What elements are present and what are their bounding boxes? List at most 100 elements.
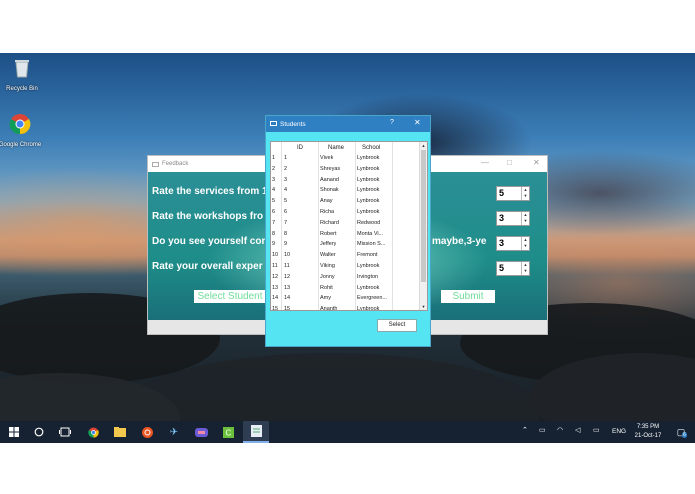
table-row[interactable]: 14 14 Amy Evergreen... xyxy=(271,293,421,304)
chrome-icon xyxy=(0,113,42,138)
table-scrollbar[interactable]: ▲ ▼ xyxy=(419,142,427,310)
cell-name: Amy xyxy=(320,295,331,302)
row-number: 7 xyxy=(272,219,276,226)
cell-school: Fremont xyxy=(357,252,378,259)
cell-name: Viking xyxy=(320,263,335,269)
taskbar-clock[interactable]: 7:35 PM 21-Oct-17 xyxy=(628,423,668,441)
table-row[interactable]: 11 11 Viking Lynbrook xyxy=(271,261,421,272)
cell-school: Lynbrook xyxy=(357,209,380,215)
volume-icon[interactable]: ◁ xyxy=(575,426,580,434)
submit-button[interactable]: Submit xyxy=(441,290,495,303)
task-view-button[interactable] xyxy=(54,421,76,443)
table-row[interactable]: 3 3 Aanand Lynbrook xyxy=(271,175,421,186)
battery-icon[interactable]: ▭ xyxy=(539,426,546,434)
table-row[interactable]: 7 7 Richard Redwood xyxy=(271,218,421,229)
taskbar-chrome[interactable] xyxy=(82,421,104,443)
students-dialog: Students ? ✕ ID Name School 1 1 Vivek Lynbr… xyxy=(265,115,431,347)
cell-id: 13 xyxy=(284,284,291,291)
cell-school: Lynbrook xyxy=(357,187,380,194)
table-row[interactable]: 13 13 Rohit Lynbrook xyxy=(271,283,421,294)
close-button[interactable]: ✕ xyxy=(414,118,421,127)
table-row[interactable]: 8 8 Robert Monta Vi... xyxy=(271,229,421,240)
taskbar-ubuntu[interactable] xyxy=(136,421,158,443)
rating-stepper-workshops[interactable]: 3 ▲ ▼ xyxy=(496,211,530,226)
cell-id: 4 xyxy=(284,187,288,194)
column-header-id[interactable]: ID xyxy=(297,145,303,151)
maximize-icon[interactable]: □ xyxy=(507,158,512,167)
students-titlebar[interactable]: Students ? ✕ xyxy=(266,116,430,132)
cell-id: 3 xyxy=(284,176,288,183)
stepper-arrows-icon[interactable]: ▲ ▼ xyxy=(521,262,529,275)
chrome-icon xyxy=(87,427,99,438)
cell-name: Vivek xyxy=(320,155,334,161)
table-row[interactable]: 10 10 Walter Fremont xyxy=(271,250,421,261)
row-number: 6 xyxy=(272,209,276,215)
language-indicator[interactable]: ENG xyxy=(612,428,626,435)
taskbar-notepad-app[interactable] xyxy=(243,421,269,443)
table-row[interactable]: 5 5 Anay Lynbrook xyxy=(271,196,421,207)
notepad-app-icon xyxy=(250,425,262,437)
select-students-button[interactable]: Select Student xyxy=(194,290,266,303)
keyboard-icon[interactable]: ▭ xyxy=(593,426,600,434)
taskbar-media-app[interactable] xyxy=(190,421,212,443)
taskbar-airplane-app[interactable]: ✈ xyxy=(163,421,185,443)
window-app-icon xyxy=(152,161,159,167)
table-row[interactable]: 6 6 Richa Lynbrook xyxy=(271,207,421,218)
rating-stepper-future[interactable]: 3 ▲ ▼ xyxy=(496,236,530,251)
chevron-up-icon[interactable]: ⌃ xyxy=(522,426,528,434)
close-icon[interactable]: ✕ xyxy=(533,158,540,167)
stepper-value: 5 xyxy=(499,263,505,273)
select-button[interactable]: Select xyxy=(377,319,417,332)
stepper-arrows-icon[interactable]: ▲ ▼ xyxy=(521,212,529,225)
start-button[interactable] xyxy=(0,421,28,443)
table-row[interactable]: 15 15 Ananth Lynbrook xyxy=(271,304,421,311)
table-row[interactable]: 4 4 Shonak Lynbrook xyxy=(271,185,421,196)
cell-id: 14 xyxy=(284,295,291,302)
recycle-bin-icon xyxy=(0,57,44,82)
stepper-arrows-icon[interactable]: ▲ ▼ xyxy=(521,237,529,250)
row-number: 3 xyxy=(272,176,276,183)
cell-name: Richard xyxy=(320,219,339,226)
cell-school: Monta Vi... xyxy=(357,230,384,237)
question-future-options: maybe,3-ye xyxy=(432,236,487,247)
rating-stepper-services[interactable]: 5 ▲ ▼ xyxy=(496,186,530,201)
action-center-button[interactable]: ▢ 6 xyxy=(670,421,692,443)
minimize-icon[interactable]: — xyxy=(481,158,489,167)
row-number: 4 xyxy=(272,187,276,194)
scroll-down-icon[interactable]: ▼ xyxy=(420,304,427,309)
column-header-name[interactable]: Name xyxy=(328,145,344,151)
scroll-up-icon[interactable]: ▲ xyxy=(420,143,427,148)
cell-school: Redwood xyxy=(357,219,381,226)
taskbar-code-app[interactable]: C xyxy=(217,421,239,443)
dialog-title: Students xyxy=(280,120,306,128)
scrollbar-thumb[interactable] xyxy=(421,150,426,282)
desktop-icon-label: Recycle Bin xyxy=(6,86,38,92)
help-button[interactable]: ? xyxy=(390,119,394,126)
search-icon xyxy=(34,427,44,437)
table-row[interactable]: 9 9 Jeffery Mission S... xyxy=(271,239,421,250)
cell-id: 7 xyxy=(284,219,288,226)
search-button[interactable] xyxy=(28,421,50,443)
desktop-icon-chrome[interactable]: Google Chrome xyxy=(0,113,42,149)
wifi-icon[interactable]: ◠ xyxy=(557,426,563,434)
ubuntu-icon xyxy=(141,426,153,438)
cell-name: Shonak xyxy=(320,187,339,194)
cell-school: Lynbrook xyxy=(357,306,380,311)
cell-name: Jeffery xyxy=(320,241,337,248)
desktop-icon-recycle-bin[interactable]: Recycle Bin xyxy=(0,57,44,93)
table-row[interactable]: 12 12 Jonny Irvington xyxy=(271,272,421,283)
row-number: 1 xyxy=(272,155,276,161)
cell-id: 2 xyxy=(284,165,288,172)
stepper-arrows-icon[interactable]: ▲ ▼ xyxy=(521,187,529,200)
question-services: Rate the services from 1- xyxy=(152,186,271,197)
table-row[interactable]: 1 1 Vivek Lynbrook xyxy=(271,153,421,164)
desktop: Recycle Bin Google Chrome Feedback — □ ✕… xyxy=(0,53,695,443)
column-header-school[interactable]: School xyxy=(362,145,380,151)
table-row[interactable]: 2 2 Shreyas Lynbrook xyxy=(271,164,421,175)
row-number: 13 xyxy=(272,284,279,291)
window-app-icon xyxy=(270,121,277,126)
cell-name: Robert xyxy=(320,230,337,237)
rating-stepper-overall[interactable]: 5 ▲ ▼ xyxy=(496,261,530,276)
taskbar-file-explorer[interactable] xyxy=(109,421,131,443)
cell-school: Irvington xyxy=(357,273,379,280)
